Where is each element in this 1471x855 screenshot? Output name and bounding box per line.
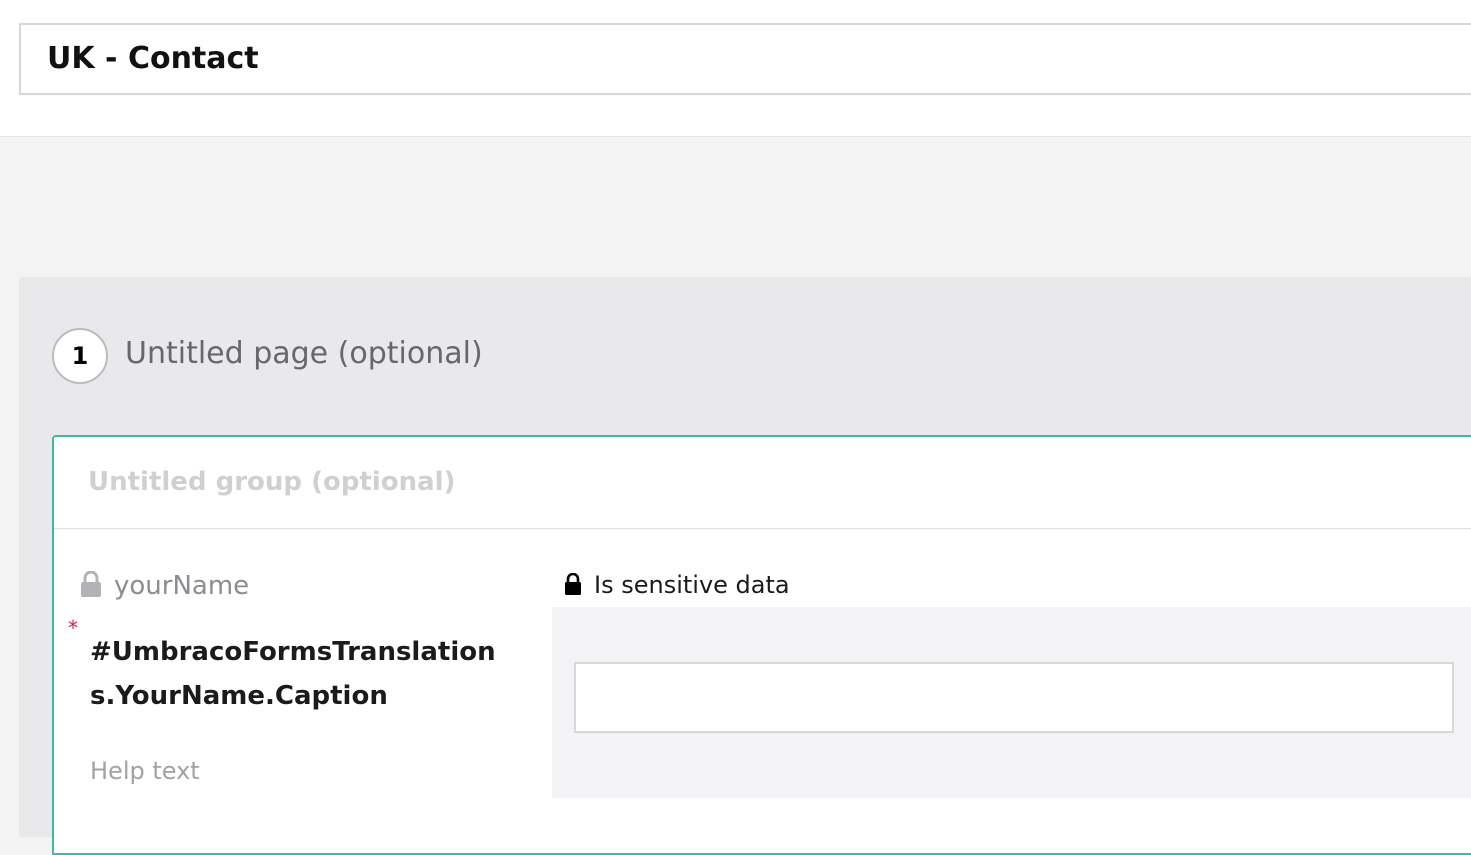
field-caption[interactable]: #UmbracoFormsTranslations.YourName.Capti…: [90, 630, 520, 718]
field-help-text: Help text: [90, 757, 200, 785]
required-marker: *: [68, 616, 78, 640]
page-title[interactable]: Untitled page (optional): [125, 332, 483, 376]
form-title-input[interactable]: UK - Contact: [19, 23, 1471, 95]
group-divider: [54, 528, 1471, 529]
field-alias: yourName: [114, 571, 250, 601]
form-header: UK - Contact: [0, 0, 1471, 137]
group-title[interactable]: Untitled group (optional): [88, 462, 455, 502]
page-number-badge: 1: [52, 328, 108, 384]
sensitive-data-label: Is sensitive data: [594, 571, 790, 599]
text-input-preview[interactable]: [574, 662, 1454, 733]
lock-icon: [81, 571, 101, 597]
lock-icon: [565, 573, 581, 595]
